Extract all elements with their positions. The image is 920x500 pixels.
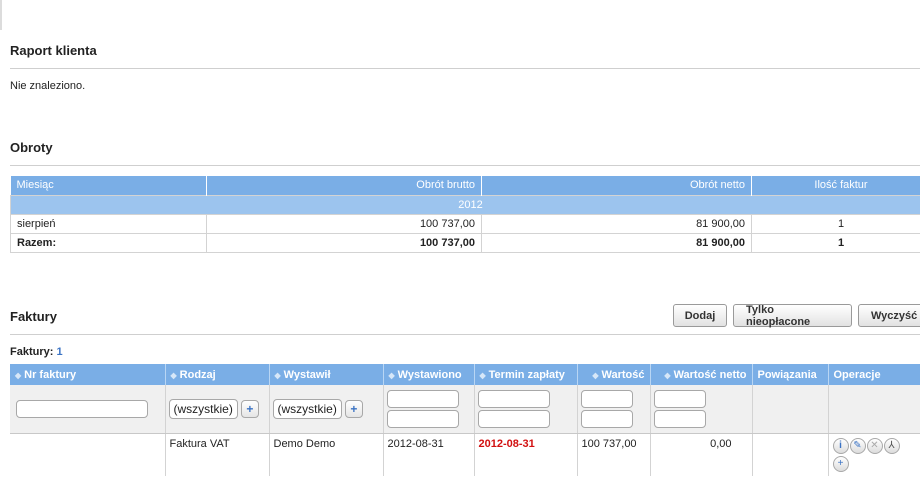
net-value-to-input[interactable] (653, 409, 706, 428)
column-header-invoice-number[interactable]: ◆ Nr faktury (10, 364, 166, 385)
invoice-count: Faktury: 1 (10, 346, 63, 358)
obroty-table: Miesiąc Obrót brutto Obrót netto Ilość f… (10, 176, 920, 253)
delete-x-icon[interactable]: ✕ (866, 437, 883, 454)
column-header-due-date[interactable]: ◆ Termin zapłaty (474, 364, 578, 385)
operations-filter-cell (828, 385, 920, 434)
sort-icon: ◆ (592, 370, 599, 380)
due-date-cell: 2012-08-31 (474, 433, 578, 476)
sort-icon: ◆ (170, 370, 177, 380)
column-header-net-value[interactable]: ◆ Wartość netto (650, 364, 753, 385)
sort-icon: ◆ (479, 370, 486, 380)
column-header-gross: Obrót brutto (206, 176, 482, 195)
total-row: Razem: 100 737,00 81 900,00 1 (10, 232, 920, 253)
net-cell: 81 900,00 (481, 213, 752, 234)
value-cell: 100 737,00 (577, 433, 651, 476)
invoices-table: ◆ Nr faktury ◆ Rodzaj ◆ Wystawił ◆ Wystawion… (10, 364, 920, 476)
faktury-title: Faktury (10, 309, 57, 324)
operations-cell: i ✎ ✕ ⅄ + (828, 433, 920, 476)
gross-cell: 100 737,00 (206, 213, 482, 234)
issue-date-from-input[interactable] (386, 389, 459, 408)
column-header-operations: Operacje (828, 364, 920, 385)
issue-date-cell: 2012-08-31 (383, 433, 475, 476)
issued-by-cell: Demo Demo (269, 433, 384, 476)
divider (10, 334, 920, 335)
column-header-invoice-count: Ilość faktur (751, 176, 920, 195)
clear-button[interactable]: Wyczyść (858, 304, 920, 327)
type-cell: Faktura VAT (165, 433, 270, 476)
total-gross: 100 737,00 (206, 232, 482, 253)
divider (10, 165, 920, 166)
due-date-to-input[interactable] (477, 409, 550, 428)
invoice-number-cell (10, 433, 166, 476)
divider (10, 68, 920, 69)
plus-icon[interactable]: + (344, 399, 363, 418)
column-header-value[interactable]: ◆ Wartość (577, 364, 651, 385)
invoice-number-filter-input[interactable] (16, 399, 148, 418)
column-header-issued-by[interactable]: ◆ Wystawił (269, 364, 384, 385)
column-header-net: Obrót netto (481, 176, 752, 195)
value-from-input[interactable] (580, 389, 633, 408)
sort-icon: ◆ (274, 370, 281, 380)
net-value-cell: 0,00 (650, 433, 753, 476)
info-icon[interactable]: i (832, 437, 849, 454)
net-value-from-input[interactable] (653, 389, 706, 408)
issue-date-to-input[interactable] (386, 409, 459, 428)
relations-filter-cell (752, 385, 829, 434)
plus-icon[interactable]: + (832, 455, 849, 472)
table-row: sierpień 100 737,00 81 900,00 1 (10, 213, 920, 234)
left-border (0, 0, 2, 30)
due-date-from-input[interactable] (477, 389, 550, 408)
sort-icon: ◆ (664, 370, 671, 380)
invoice-count-label: Faktury: (10, 346, 54, 358)
filter-row: (wszystkie) + (wszystkie) + (10, 385, 920, 434)
value-to-input[interactable] (580, 409, 633, 428)
add-button[interactable]: Dodaj (673, 304, 727, 327)
column-header-month: Miesiąc (10, 176, 207, 195)
total-net: 81 900,00 (481, 232, 752, 253)
relations-cell (752, 433, 829, 476)
column-header-type[interactable]: ◆ Rodzaj (165, 364, 270, 385)
total-label: Razem: (10, 232, 207, 253)
obroty-title: Obroty (10, 140, 53, 155)
edit-pencil-icon[interactable]: ✎ (849, 437, 866, 454)
invoice-count-value: 1 (56, 346, 63, 358)
type-filter-select[interactable]: (wszystkie) (168, 398, 238, 419)
table-row: Faktura VAT Demo Demo 2012-08-31 2012-08… (10, 433, 920, 476)
total-count: 1 (751, 232, 920, 253)
column-header-relations: Powiązania (752, 364, 829, 385)
issued-by-filter-select[interactable]: (wszystkie) (272, 398, 342, 419)
pdf-icon[interactable]: ⅄ (883, 437, 900, 454)
sort-icon: ◆ (15, 370, 22, 380)
plus-icon[interactable]: + (240, 399, 259, 418)
not-found-message: Nie znaleziono. (10, 80, 86, 92)
month-cell: sierpień (10, 213, 207, 234)
column-header-issue-date[interactable]: ◆ Wystawiono (383, 364, 475, 385)
sort-icon: ◆ (388, 370, 395, 380)
year-group-row: 2012 (10, 194, 920, 215)
unpaid-only-button[interactable]: Tylko nieopłacone (733, 304, 852, 328)
count-cell: 1 (751, 213, 920, 234)
report-title: Raport klienta (10, 43, 97, 58)
